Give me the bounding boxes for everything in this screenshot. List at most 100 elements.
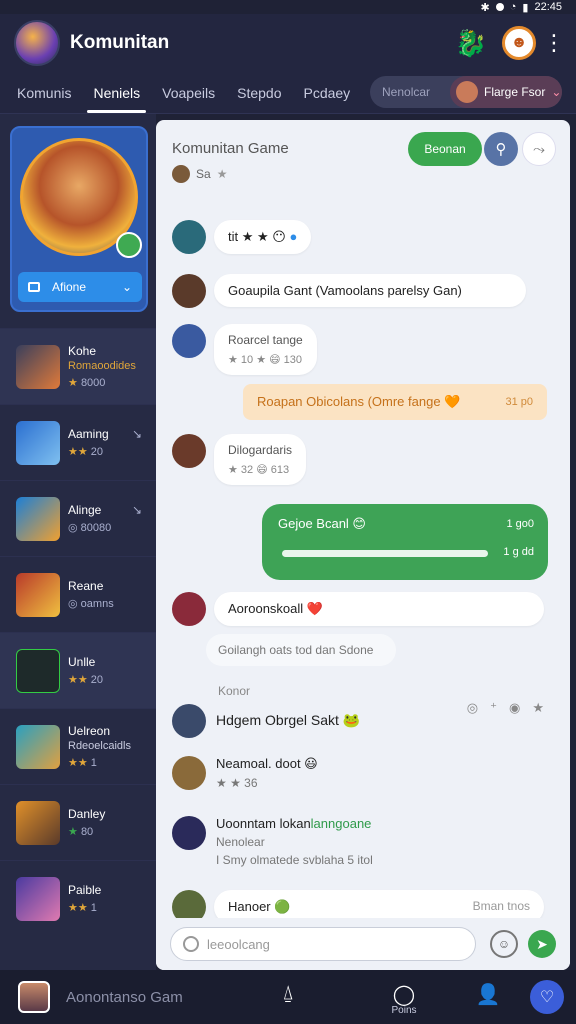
star-icon: ★ [216, 167, 228, 181]
chevron-down-icon: ⌄ [551, 85, 562, 99]
star-icon: ★★ [68, 902, 88, 914]
chat-header: Komunitan Game Sa ★ Beonan ⚲ ⤳ [156, 120, 570, 184]
composer: leeoolcang ☺ ➤ [156, 918, 570, 970]
game-meta: Unlle ★★ 20 [68, 655, 103, 686]
list-item-line3: I Smy olmatede svblaha 5 itol [216, 853, 373, 867]
profile-select[interactable]: Afione ⌄ [18, 272, 142, 302]
message-bubble[interactable]: Roarcel tange ★ 10 ★ 😄 130 [214, 324, 317, 375]
message-bubble[interactable]: Aoroonskoall ❤️ [214, 592, 544, 626]
sync-icon [495, 3, 504, 11]
list-item[interactable]: Uelreon Rdeoelcaidls ★★ 1 [0, 708, 156, 784]
star-icon: ★ [68, 826, 78, 838]
game-meta: Uelreon Rdeoelcaidls ★★ 1 [68, 724, 131, 769]
points-tab[interactable]: ◯ Poins [390, 982, 418, 1016]
game-sub: Romaoodides [68, 360, 136, 372]
game-thumbnail [16, 648, 60, 693]
dragon-icon[interactable]: 🐉 [454, 26, 488, 60]
plus-icon[interactable]: ⁺ [490, 700, 509, 715]
chat-fab-icon[interactable]: ♡ [530, 980, 564, 1014]
emoji-icon[interactable]: ☺ [490, 930, 518, 958]
list-item-highlight: lanngoane [310, 816, 372, 831]
list-item[interactable]: Hdgem Obrgel Sakt 🐸 [172, 704, 360, 738]
list-item[interactable]: Danley ★ 80 [0, 784, 156, 860]
share-icon[interactable]: ⤳ [522, 132, 556, 166]
game-rating: ★ 80 [68, 825, 105, 838]
suggestion-chip[interactable]: Goilangh oats tod dan Sdone [206, 634, 396, 666]
progress-card-time: 1 go0 [506, 518, 534, 530]
clock-icon: ◎ [68, 522, 78, 534]
tab-pcdaey[interactable]: Pcdaey [303, 73, 350, 113]
tab-neniels[interactable]: Neniels [87, 73, 146, 113]
tab-stepdo[interactable]: Stepdo [237, 73, 281, 113]
progress-card-title: Gejoe Bcanl 😊 [278, 516, 366, 531]
game-rating: ◎ 80080 [68, 521, 111, 534]
signal-icon: ▮ [522, 1, 529, 14]
game-meta: Paible ★★ 1 [68, 883, 101, 914]
compass-icon[interactable]: ⍙ [274, 982, 302, 1012]
message-bubble[interactable]: tit ★ ★ 😶 ● [214, 220, 312, 254]
join-button[interactable]: Beonan [408, 132, 482, 166]
server-select[interactable]: Flarge Fsor ⌄ [450, 76, 562, 108]
game-rating-value: 80080 [80, 522, 112, 534]
chevron-down-icon: ⌄ [121, 280, 132, 294]
game-rating: ★ 8000 [68, 376, 136, 389]
chat-message: Dilogardaris ★ 32 😄 613 [172, 434, 307, 485]
progress-card[interactable]: Gejoe Bcanl 😊 1 go0 1 g dd [262, 504, 548, 580]
list-item[interactable]: Kohe Romaoodides ★ 8000 [0, 328, 156, 404]
message-sender: Roarcel tange [228, 333, 303, 347]
status-time: 22:45 [534, 1, 562, 13]
list-item[interactable]: Paible ★★ 1 [0, 860, 156, 936]
avatar [172, 324, 206, 358]
message-input[interactable]: leeoolcang [170, 927, 476, 961]
notice-bar[interactable]: Roapan Obicolans (Omre fange 🧡 31 p0 [243, 384, 547, 420]
star-icon: ★ [68, 377, 78, 389]
clock-icon: ◎ [68, 598, 78, 610]
list-item[interactable]: Aaming ★★ 20 ↘ [0, 404, 156, 480]
server-select-label: Flarge Fsor [484, 85, 546, 99]
send-icon[interactable]: ➤ [528, 930, 556, 958]
list-item[interactable]: Uoonntam lokanlanngoane Nenolear I Smy o… [172, 816, 373, 867]
game-list: Kohe Romaoodides ★ 8000 Aaming ★★ 20 ↘ A… [0, 328, 156, 936]
avatar[interactable] [18, 981, 50, 1013]
list-item[interactable]: Alinge ◎ 80080 ↘ [0, 480, 156, 556]
list-item-line2: Nenolear [216, 835, 265, 849]
message-meta: tit ★ ★ [228, 229, 269, 244]
message-bubble[interactable]: Dilogardaris ★ 32 😄 613 [214, 434, 307, 485]
emoji-icon: 😶 [272, 229, 286, 244]
list-item[interactable]: Reane ◎ oamns [0, 556, 156, 632]
tab-voapeils[interactable]: Voapeils [162, 73, 215, 113]
list-item[interactable]: Neamoal. doot 😃 ★ ★ 36 [172, 756, 318, 790]
chat-subtitle: Sa ★ [172, 165, 554, 183]
tab-bar: Komunis Neniels Voapeils Stepdo Pcdaey N… [0, 72, 576, 114]
target-icon[interactable]: ◎ [467, 700, 490, 715]
game-name: Paible [68, 883, 102, 897]
arrow-icon: ↘ [131, 427, 142, 441]
user-profile-icon[interactable]: ☻ [502, 26, 536, 60]
star-icon[interactable]: ★ [532, 700, 556, 715]
game-sub: Rdeoelcaidls [68, 740, 131, 752]
star-icon: ★★ [68, 446, 88, 458]
game-name: Alinge [68, 503, 102, 517]
profile-select-label: Afione [52, 280, 87, 294]
message-sender: Dilogardaris [228, 443, 293, 457]
list-item-title: Uoonntam lokanlanngoane [216, 816, 373, 831]
list-item-title: Hdgem Obrgel Sakt 🐸 [216, 712, 361, 728]
tab-komunis[interactable]: Komunis [17, 73, 71, 113]
app-avatar[interactable] [14, 20, 60, 66]
avatar [172, 274, 206, 308]
avatar [172, 220, 206, 254]
tab-search-field[interactable]: Nenolcar Flarge Fsor ⌄ [370, 76, 562, 108]
game-rating-value: 80 [80, 826, 94, 838]
chat-message: Goaupila Gant (Vamoolans parelsy Gan) [172, 274, 526, 308]
points-tab-label: Poins [391, 1005, 417, 1016]
list-item[interactable]: Unlle ★★ 20 [0, 632, 156, 708]
avatar [172, 165, 190, 183]
game-name: Kohe [68, 344, 97, 358]
search-icon[interactable]: ⚲ [484, 132, 518, 166]
profile-card[interactable]: Afione ⌄ [10, 126, 148, 312]
more-menu-icon[interactable]: ⋮ [543, 26, 565, 60]
message-bubble[interactable]: Goaupila Gant (Vamoolans parelsy Gan) [214, 274, 526, 307]
profile-icon[interactable]: 👤 [474, 982, 502, 1012]
list-item-body: Neamoal. doot 😃 ★ ★ 36 [216, 756, 318, 790]
circle-icon[interactable]: ◉ [509, 700, 532, 715]
